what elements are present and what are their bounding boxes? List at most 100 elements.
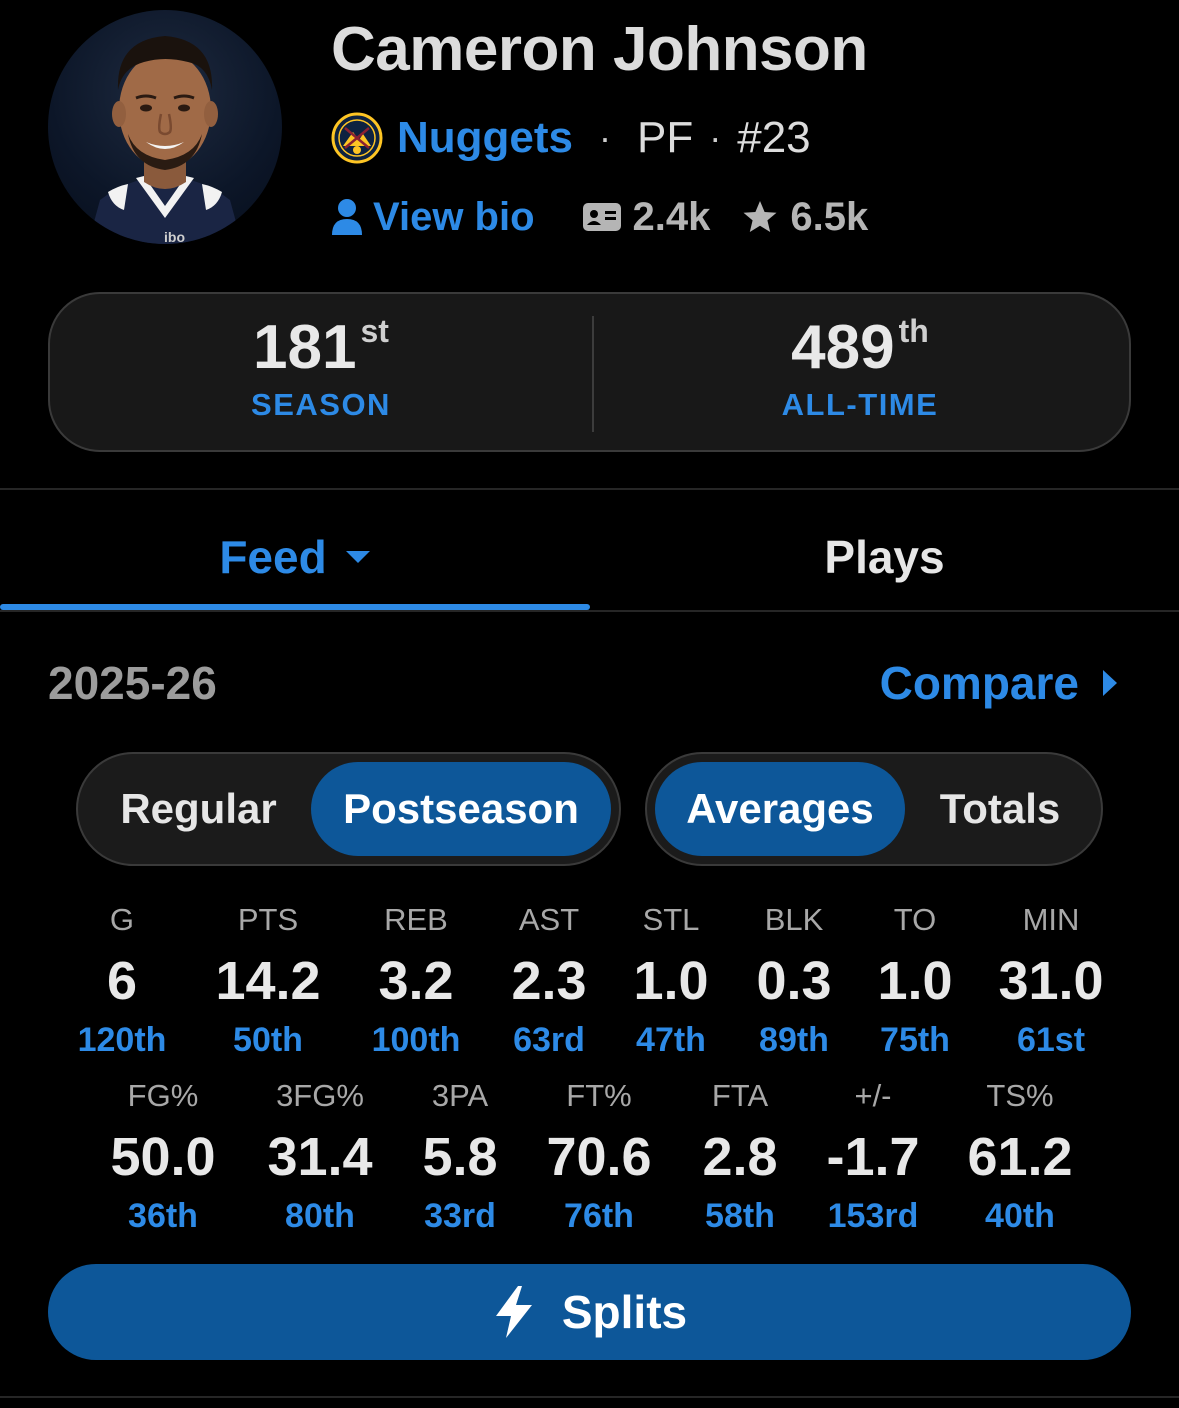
tab-feed[interactable]: Feed bbox=[0, 522, 590, 592]
stat-header: G bbox=[109, 902, 135, 937]
stat-plus-minus: +/- -1.7 153rd bbox=[826, 1078, 919, 1236]
separator-dot: · bbox=[709, 117, 722, 158]
season-rank-suffix: st bbox=[360, 313, 389, 349]
stat-stl: STL 1.0 47th bbox=[633, 902, 708, 1060]
favorites-count-label: 6.5k bbox=[790, 194, 869, 239]
stat-rank[interactable]: 100th bbox=[372, 1020, 461, 1060]
stat-header: PTS bbox=[237, 902, 299, 937]
divider bbox=[0, 488, 1179, 490]
stat-header: TS% bbox=[986, 1078, 1054, 1113]
player-position: PF bbox=[637, 113, 694, 162]
stat-value: 31.4 bbox=[267, 1127, 373, 1187]
stat-value: 5.8 bbox=[422, 1127, 498, 1187]
stat-rank[interactable]: 40th bbox=[967, 1196, 1072, 1236]
stat-header: STL bbox=[642, 902, 700, 937]
stat-value: 3.2 bbox=[378, 951, 454, 1011]
player-name: Cameron Johnson bbox=[331, 15, 868, 84]
caret-down-icon bbox=[345, 551, 370, 563]
team-link[interactable]: Nuggets bbox=[397, 113, 573, 163]
cards-count[interactable]: 2.4k bbox=[582, 194, 711, 240]
view-bio-link[interactable]: View bio bbox=[331, 195, 535, 240]
stat-rank[interactable]: 50th bbox=[215, 1020, 320, 1060]
stat-value: 1.0 bbox=[633, 951, 709, 1011]
stat-3fg-pct: 3FG% 31.4 80th bbox=[267, 1078, 372, 1236]
stat-header: 3PA bbox=[431, 1078, 489, 1113]
bottom-divider bbox=[0, 1396, 1179, 1398]
splits-button[interactable]: Splits bbox=[48, 1264, 1131, 1360]
stat-ts-pct: TS% 61.2 40th bbox=[967, 1078, 1072, 1236]
postseason-option[interactable]: Postseason bbox=[311, 762, 611, 856]
cards-count-label: 2.4k bbox=[632, 194, 711, 239]
rank-card: 181st SEASON 489th ALL-TIME bbox=[48, 292, 1131, 452]
season-rank-value: 181 bbox=[253, 313, 357, 382]
totals-option[interactable]: Totals bbox=[905, 762, 1095, 856]
stat-value: 50.0 bbox=[110, 1127, 216, 1187]
rank-divider bbox=[592, 316, 594, 432]
stat-rank[interactable]: 80th bbox=[267, 1196, 372, 1236]
tab-plays[interactable]: Plays bbox=[590, 522, 1179, 592]
tab-underline bbox=[0, 604, 590, 610]
stat-header: TO bbox=[893, 902, 937, 937]
stat-rank[interactable]: 47th bbox=[633, 1020, 708, 1060]
stat-header: FT% bbox=[566, 1078, 632, 1113]
stat-header: FTA bbox=[711, 1078, 769, 1113]
regular-option[interactable]: Regular bbox=[86, 762, 311, 856]
all-time-rank[interactable]: 489th ALL-TIME bbox=[710, 312, 1010, 423]
stat-ft-pct: FT% 70.6 76th bbox=[546, 1078, 651, 1236]
tab-plays-label: Plays bbox=[824, 531, 945, 583]
stat-reb: REB 3.2 100th bbox=[372, 902, 461, 1060]
stat-header: MIN bbox=[1022, 902, 1080, 937]
stat-3pa: 3PA 5.8 33rd bbox=[422, 1078, 497, 1236]
caret-right-icon bbox=[1103, 670, 1117, 696]
season-type-toggle: Regular Postseason bbox=[76, 752, 621, 866]
averages-option[interactable]: Averages bbox=[655, 762, 905, 856]
season-rank-label: SEASON bbox=[251, 387, 391, 422]
meta-row: View bio 2.4k 6.5k bbox=[331, 190, 868, 244]
stat-rank[interactable]: 76th bbox=[546, 1196, 651, 1236]
stat-value: -1.7 bbox=[826, 1127, 920, 1187]
stat-rank[interactable]: 61st bbox=[998, 1020, 1103, 1060]
splits-label: Splits bbox=[561, 1286, 688, 1338]
stat-header: AST bbox=[518, 902, 580, 937]
all-time-rank-value: 489 bbox=[791, 313, 895, 382]
stat-header: 3FG% bbox=[276, 1078, 364, 1113]
stat-rank[interactable]: 75th bbox=[877, 1020, 952, 1060]
compare-button[interactable]: Compare bbox=[880, 656, 1119, 710]
stat-rank[interactable]: 153rd bbox=[826, 1196, 919, 1236]
stat-fta: FTA 2.8 58th bbox=[702, 1078, 777, 1236]
stat-value: 70.6 bbox=[546, 1127, 652, 1187]
compare-label: Compare bbox=[879, 657, 1079, 709]
stat-rank[interactable]: 58th bbox=[702, 1196, 777, 1236]
stat-rank[interactable]: 63rd bbox=[511, 1020, 586, 1060]
season-label[interactable]: 2025-26 bbox=[48, 656, 217, 710]
season-rank[interactable]: 181st SEASON bbox=[171, 312, 471, 423]
stat-value: 14.2 bbox=[215, 951, 321, 1011]
team-row: Nuggets · PF · #23 bbox=[331, 106, 811, 170]
stat-g: G 6 120th bbox=[78, 902, 167, 1060]
separator-dot: · bbox=[599, 117, 611, 158]
all-time-rank-label: ALL-TIME bbox=[781, 387, 939, 422]
stat-value: 2.8 bbox=[702, 1127, 778, 1187]
id-card-icon bbox=[582, 203, 621, 231]
stat-header: BLK bbox=[764, 902, 824, 937]
stat-rank[interactable]: 89th bbox=[756, 1020, 831, 1060]
stat-blk: BLK 0.3 89th bbox=[756, 902, 831, 1060]
stat-value: 0.3 bbox=[756, 951, 832, 1011]
stat-value: 6 bbox=[106, 951, 138, 1011]
stat-value: 31.0 bbox=[998, 951, 1104, 1011]
star-icon bbox=[743, 201, 777, 232]
favorites-count[interactable]: 6.5k bbox=[742, 195, 868, 240]
stat-header: +/- bbox=[854, 1078, 892, 1113]
view-bio-label: View bio bbox=[373, 194, 535, 239]
tab-feed-label: Feed bbox=[219, 531, 327, 583]
stat-rank[interactable]: 33rd bbox=[422, 1196, 497, 1236]
jersey-text: ibo bbox=[164, 229, 185, 244]
stat-value: 2.3 bbox=[511, 951, 587, 1011]
stat-rank[interactable]: 36th bbox=[110, 1196, 215, 1236]
stat-to: TO 1.0 75th bbox=[877, 902, 952, 1060]
nuggets-logo-icon[interactable] bbox=[331, 112, 383, 164]
stat-mode-toggle: Averages Totals bbox=[645, 752, 1103, 866]
stat-rank[interactable]: 120th bbox=[78, 1020, 167, 1060]
stat-value: 1.0 bbox=[877, 951, 953, 1011]
stat-ast: AST 2.3 63rd bbox=[511, 902, 586, 1060]
